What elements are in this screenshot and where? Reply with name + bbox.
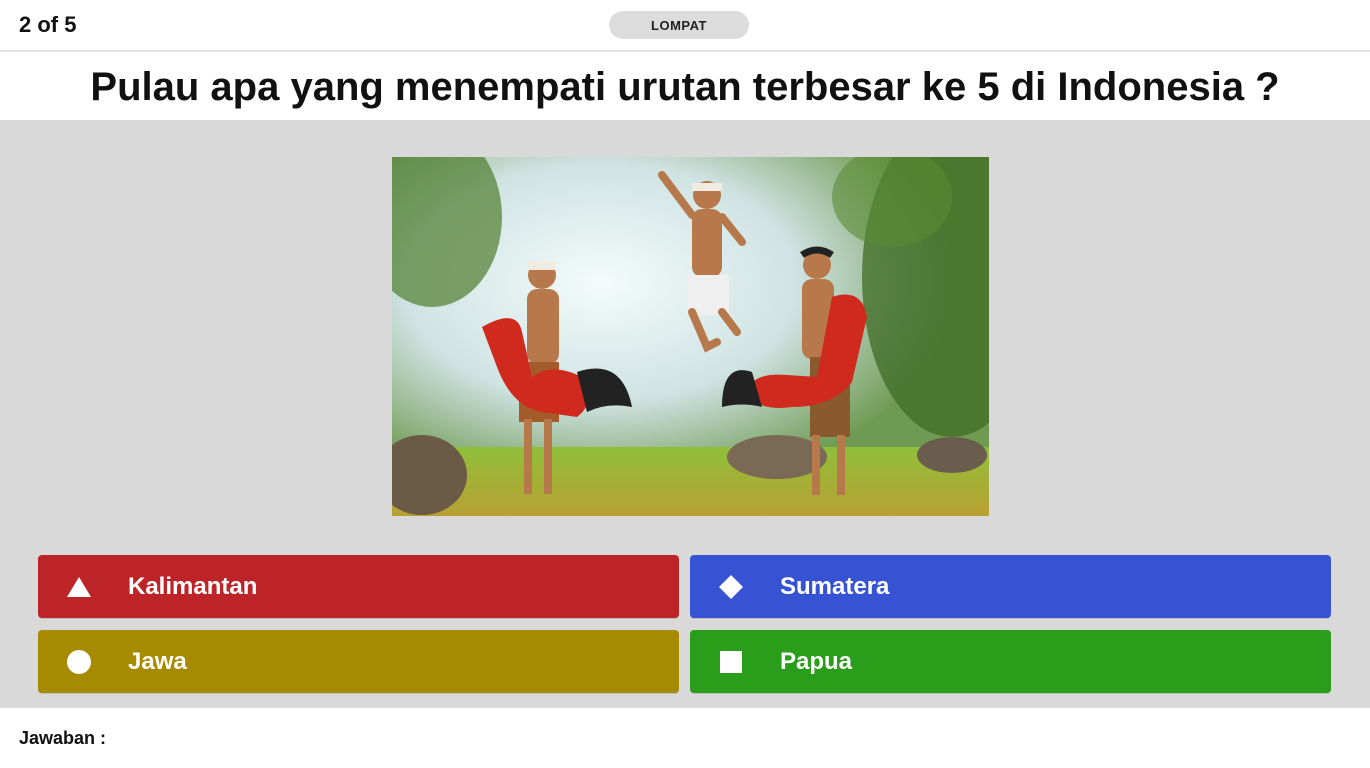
question-progress: 2 of 5 [19, 12, 77, 37]
answer-label: Sumatera [780, 572, 890, 600]
diamond-icon [718, 574, 744, 600]
top-bar: 2 of 5 LOMPAT [0, 0, 1370, 52]
question-image [392, 157, 989, 516]
skip-button[interactable]: LOMPAT [609, 11, 749, 39]
answer-label: Papua [780, 647, 853, 675]
answer-status-label: Jawaban : [19, 728, 107, 748]
question-header: Pulau apa yang menempati urutan terbesar… [0, 54, 1370, 120]
answer-option-kalimantan[interactable]: Kalimantan [38, 555, 679, 618]
answer-option-jawa[interactable]: Jawa [38, 630, 679, 693]
answer-label: Jawa [128, 647, 187, 675]
footer: Jawaban : [0, 708, 1370, 768]
answer-label: Kalimantan [128, 572, 258, 600]
question-text: Pulau apa yang menempati urutan terbesar… [90, 64, 1280, 109]
answer-option-papua[interactable]: Papua [690, 630, 1331, 693]
circle-icon [66, 649, 92, 675]
square-icon [718, 649, 744, 675]
question-stage: Kalimantan Sumatera Jawa Papua [0, 120, 1370, 708]
triangle-icon [66, 574, 92, 600]
kuda-lumping-illustration [392, 157, 989, 516]
answer-option-sumatera[interactable]: Sumatera [690, 555, 1331, 618]
